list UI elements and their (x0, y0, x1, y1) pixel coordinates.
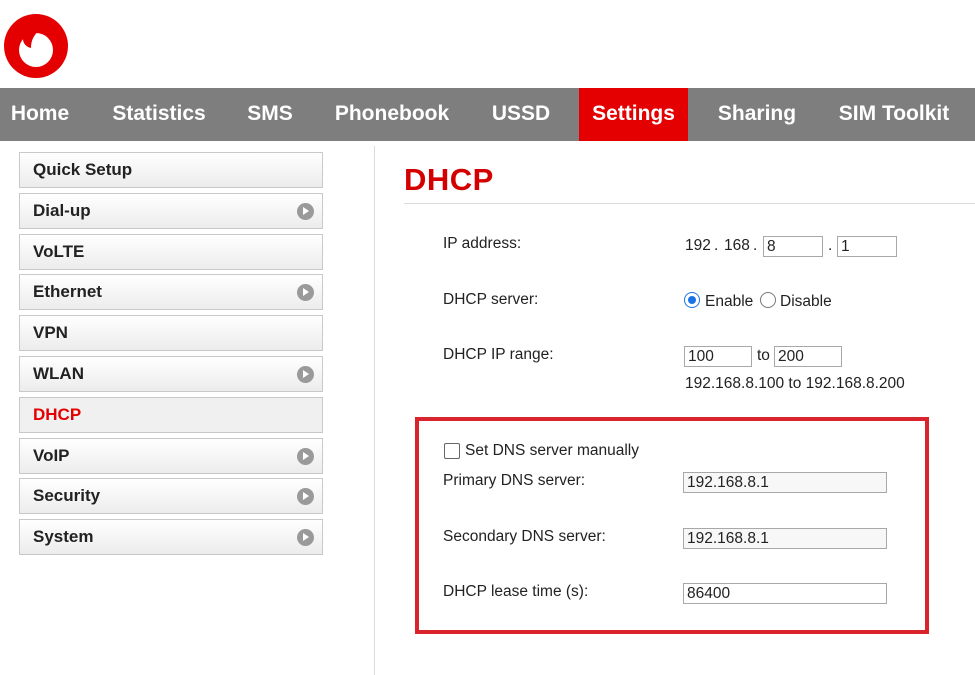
sidebar-item-system[interactable]: System (19, 519, 323, 556)
sidebar-item-dhcp[interactable]: DHCP (19, 396, 323, 433)
nav-home[interactable]: Home (0, 88, 80, 141)
chevron-right-icon (297, 488, 314, 506)
chevron-right-icon (297, 529, 314, 547)
title-divider (404, 203, 975, 204)
lease-time-label: DHCP lease time (s): (443, 583, 589, 600)
sidebar-item-label: VoIP (33, 445, 70, 465)
ip-octet-4-input[interactable] (837, 236, 897, 257)
sidebar-item-label: System (33, 527, 94, 547)
settings-sidebar: Quick Setup Dial-up VoLTE Ethernet VPN W… (19, 152, 323, 560)
ip-octet-3-input[interactable] (763, 236, 823, 257)
dhcp-range-start-input[interactable] (684, 346, 752, 367)
sidebar-item-wlan[interactable]: WLAN (19, 355, 323, 392)
vodafone-logo-icon (4, 14, 68, 78)
ip-address-label: IP address: (443, 235, 522, 252)
dhcp-range-end-input[interactable] (774, 346, 842, 367)
sidebar-item-label: Ethernet (33, 282, 102, 302)
sidebar-item-vpn[interactable]: VPN (19, 315, 323, 352)
dns-manual-label: Set DNS server manually (465, 442, 640, 459)
dhcp-enable-label: Enable (705, 293, 754, 310)
primary-dns-label: Primary DNS server: (443, 472, 586, 489)
nav-settings[interactable]: Settings (579, 88, 688, 141)
sidebar-item-ethernet[interactable]: Ethernet (19, 274, 323, 311)
sidebar-item-dial-up[interactable]: Dial-up (19, 192, 323, 229)
dhcp-disable-label: Disable (780, 293, 832, 310)
nav-ussd[interactable]: USSD (478, 88, 564, 141)
dhcp-range-summary: 192.168.8.100 to 192.168.8.200 (685, 375, 905, 392)
chevron-right-icon (297, 202, 314, 220)
ip-octet-1: 192 (685, 237, 711, 254)
sidebar-item-label: VoLTE (33, 241, 85, 261)
sidebar-item-label: Security (33, 486, 101, 506)
nav-phonebook[interactable]: Phonebook (322, 88, 462, 141)
ip-dot-1: . (714, 237, 719, 254)
sidebar-item-label: Dial-up (33, 200, 91, 220)
primary-dns-input[interactable] (683, 472, 887, 493)
sidebar-item-security[interactable]: Security (19, 478, 323, 515)
chevron-right-icon (297, 365, 314, 383)
nav-sms[interactable]: SMS (238, 88, 302, 141)
sidebar-item-label: DHCP (33, 404, 82, 424)
nav-statistics[interactable]: Statistics (96, 88, 222, 141)
dhcp-disable-radio[interactable] (760, 292, 776, 308)
sidebar-item-quick-setup[interactable]: Quick Setup (19, 152, 323, 188)
dhcp-enable-radio[interactable] (684, 292, 700, 308)
sidebar-item-volte[interactable]: VoLTE (19, 233, 323, 270)
page-title: DHCP (404, 162, 494, 197)
chevron-right-icon (297, 284, 314, 302)
lease-time-input[interactable] (683, 583, 887, 604)
sidebar-item-voip[interactable]: VoIP (19, 437, 323, 474)
sidebar-item-label: WLAN (33, 363, 84, 383)
nav-sim-toolkit[interactable]: SIM Toolkit (826, 88, 962, 141)
sidebar-item-label: VPN (33, 323, 68, 343)
ip-dot-3: . (828, 237, 833, 254)
dns-manual-checkbox[interactable] (444, 443, 460, 459)
secondary-dns-input[interactable] (683, 528, 887, 549)
ip-dot-2: . (753, 237, 758, 254)
ip-octet-2: 168 (724, 237, 750, 254)
content-divider (374, 146, 375, 675)
dhcp-server-label: DHCP server: (443, 291, 539, 308)
nav-sharing[interactable]: Sharing (706, 88, 808, 141)
dhcp-range-label: DHCP IP range: (443, 346, 554, 363)
secondary-dns-label: Secondary DNS server: (443, 528, 606, 545)
chevron-right-icon (297, 447, 314, 465)
main-nav: Home Statistics SMS Phonebook USSD Setti… (0, 88, 975, 141)
dhcp-range-to-label: to (757, 347, 770, 364)
sidebar-item-label: Quick Setup (33, 160, 133, 179)
